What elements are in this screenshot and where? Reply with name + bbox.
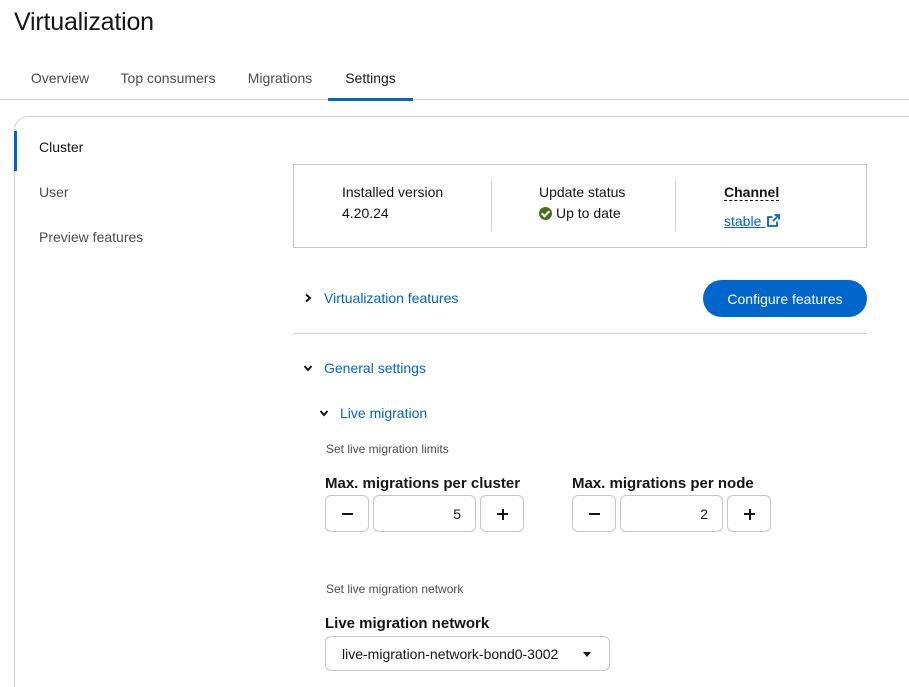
card-divider bbox=[675, 181, 676, 231]
minus-icon bbox=[342, 513, 353, 515]
per-cluster-label: Max. migrations per cluster bbox=[325, 475, 521, 492]
per-cluster-decrement-button[interactable] bbox=[325, 495, 369, 532]
tab-bar: Overview Top consumers Migrations Settin… bbox=[0, 58, 909, 101]
chevron-down-icon[interactable] bbox=[303, 363, 313, 373]
select-value: live-migration-network-bond0-3002 bbox=[342, 646, 559, 662]
network-label: Live migration network bbox=[325, 615, 490, 632]
configure-features-button[interactable]: Configure features bbox=[703, 280, 867, 317]
caret-down-icon bbox=[583, 652, 591, 657]
update-status-label: Update status bbox=[539, 184, 626, 200]
minus-icon bbox=[589, 513, 600, 515]
sidebar-item-cluster[interactable]: Cluster bbox=[39, 139, 83, 155]
chevron-down-icon[interactable] bbox=[319, 408, 329, 418]
sidebar-item-preview-features[interactable]: Preview features bbox=[39, 229, 143, 245]
sidebar-active-indicator bbox=[14, 131, 17, 171]
per-cluster-increment-button[interactable] bbox=[480, 495, 524, 532]
check-circle-icon bbox=[539, 207, 552, 220]
virtualization-features-toggle[interactable]: Virtualization features bbox=[324, 290, 458, 306]
plus-icon bbox=[501, 508, 504, 520]
per-cluster-input[interactable] bbox=[373, 495, 476, 532]
card-divider bbox=[491, 181, 492, 231]
plus-icon bbox=[748, 508, 751, 520]
tab-top-consumers[interactable]: Top consumers bbox=[110, 58, 226, 100]
chevron-right-icon[interactable] bbox=[303, 293, 313, 303]
tab-settings[interactable]: Settings bbox=[328, 58, 413, 101]
installed-version-value: 4.20.24 bbox=[342, 205, 389, 221]
per-node-input[interactable] bbox=[620, 495, 723, 532]
channel-link[interactable]: stable bbox=[724, 213, 781, 229]
update-status-value: Up to date bbox=[539, 205, 621, 221]
channel-label[interactable]: Channel bbox=[724, 184, 780, 201]
per-node-increment-button[interactable] bbox=[727, 495, 771, 532]
external-link-icon bbox=[767, 214, 781, 227]
general-settings-toggle[interactable]: General settings bbox=[324, 360, 426, 376]
sidebar-item-user[interactable]: User bbox=[39, 184, 69, 200]
section-divider bbox=[293, 333, 867, 334]
installed-version-label: Installed version bbox=[342, 184, 444, 200]
per-node-decrement-button[interactable] bbox=[572, 495, 616, 532]
per-node-label: Max. migrations per node bbox=[572, 475, 754, 492]
channel-link-text[interactable]: stable bbox=[724, 213, 761, 229]
network-help-text: Set live migration network bbox=[326, 582, 464, 596]
tab-migrations[interactable]: Migrations bbox=[236, 58, 324, 100]
live-migration-toggle[interactable]: Live migration bbox=[340, 405, 427, 421]
page-title: Virtualization bbox=[14, 8, 154, 36]
version-card: Installed version 4.20.24 Update status … bbox=[293, 164, 867, 248]
live-migration-network-select[interactable]: live-migration-network-bond0-3002 bbox=[325, 636, 610, 671]
limits-help-text: Set live migration limits bbox=[326, 442, 449, 456]
tab-overview[interactable]: Overview bbox=[18, 58, 102, 100]
update-status-text: Up to date bbox=[556, 205, 621, 221]
